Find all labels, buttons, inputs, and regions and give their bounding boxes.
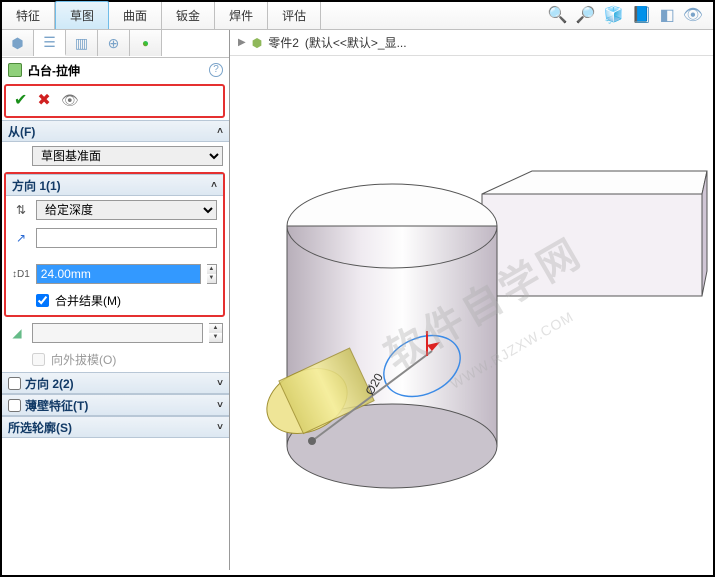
blank-icon — [8, 147, 26, 165]
merge-label: 合并结果(M) — [55, 292, 121, 309]
chevron-up-icon: ˄ — [211, 180, 217, 191]
direction-arrow-icon[interactable]: ↗ — [12, 229, 30, 247]
feature-tree-tab-icon[interactable]: ⬢ — [2, 30, 34, 56]
chevron-down-icon: ˅ — [217, 400, 223, 411]
breadcrumb-part[interactable]: 零件2 — [268, 34, 299, 51]
section-dir1[interactable]: 方向 1(1) ˄ — [6, 174, 223, 196]
thin-checkbox[interactable] — [8, 399, 21, 412]
part-icon: ⬢ — [252, 36, 262, 50]
config-tab-icon[interactable]: ▥ — [66, 30, 98, 56]
extrude-icon — [8, 63, 22, 77]
help-icon[interactable]: ? — [209, 63, 223, 77]
section-contour[interactable]: 所选轮廓(S) ˅ — [2, 416, 229, 438]
draft-outward-label: 向外拔模(O) — [51, 351, 116, 368]
chevron-right-icon: ▶ — [238, 37, 246, 48]
dim-tab-icon[interactable]: ⊕ — [98, 30, 130, 56]
merge-checkbox[interactable] — [36, 294, 49, 307]
tab-sheetmetal[interactable]: 钣金 — [162, 2, 215, 29]
from-select[interactable]: 草图基准面 — [32, 146, 223, 166]
section-from[interactable]: 从(F) ˄ — [2, 120, 229, 142]
chevron-down-icon: ˅ — [217, 378, 223, 389]
highlight-dir1-box: 方向 1(1) ˄ ⇅ 给定深度 ↗ ↕D1 ▲▼ 合并结果(M) — [4, 172, 225, 317]
end-condition-select[interactable]: 给定深度 — [36, 200, 217, 220]
tab-feature[interactable]: 特征 — [2, 2, 55, 29]
breadcrumb-suffix: (默认<<默认>_显... — [305, 34, 407, 51]
section-dir2[interactable]: 方向 2(2) ˅ — [2, 372, 229, 394]
tab-surface[interactable]: 曲面 — [109, 2, 162, 29]
feature-title: 凸台-拉伸 — [28, 62, 80, 79]
panel-tabs: ⬢ ☰ ▥ ⊕ ● — [2, 30, 229, 58]
depth-icon: ↕D1 — [12, 265, 30, 283]
section-dir1-label: 方向 1(1) — [12, 177, 61, 194]
draft-spinner[interactable]: ▲▼ — [209, 323, 223, 343]
zoom-fit-icon[interactable]: 🔍 — [548, 5, 568, 29]
section-dir2-label: 方向 2(2) — [25, 375, 74, 392]
highlight-ok-box: ✔ ✖ 👁 — [4, 84, 225, 118]
draft-icon[interactable]: ◢ — [8, 324, 26, 342]
view-orientation-icon[interactable]: 🧊 — [604, 5, 624, 29]
chevron-up-icon: ˄ — [217, 126, 223, 137]
tab-evaluate[interactable]: 评估 — [268, 2, 321, 29]
chevron-down-icon: ˅ — [217, 422, 223, 433]
feature-title-row: 凸台-拉伸 ? — [2, 58, 229, 82]
draft-input[interactable] — [32, 323, 203, 343]
section-view-icon[interactable]: ◧ — [660, 5, 675, 29]
property-manager-tab-icon[interactable]: ☰ — [34, 30, 66, 56]
section-thin[interactable]: 薄壁特征(T) ˅ — [2, 394, 229, 416]
property-manager: ⬢ ☰ ▥ ⊕ ● 凸台-拉伸 ? ✔ ✖ 👁 从(F) ˄ 草图基准面 方向 … — [2, 30, 230, 570]
dir2-checkbox[interactable] — [8, 377, 21, 390]
display-style-icon[interactable]: 📘 — [632, 5, 652, 29]
viewport-3d[interactable]: Ø20 — [232, 56, 712, 576]
tab-sketch[interactable]: 草图 — [55, 1, 109, 29]
hide-show-icon[interactable]: 👁 — [683, 5, 703, 29]
ok-button[interactable]: ✔ — [14, 90, 27, 110]
direction-selection-input[interactable] — [36, 228, 217, 248]
section-thin-label: 薄壁特征(T) — [25, 397, 88, 414]
view-toolbar: 🔍 🔎 🧊 📘 ◧ 👁 — [548, 2, 713, 29]
reverse-direction-icon[interactable]: ⇅ — [12, 201, 30, 219]
depth-spinner[interactable]: ▲▼ — [207, 264, 217, 284]
zoom-area-icon[interactable]: 🔎 — [576, 5, 596, 29]
cancel-button[interactable]: ✖ — [37, 90, 50, 110]
depth-input[interactable] — [36, 264, 201, 284]
tab-weldment[interactable]: 焊件 — [215, 2, 268, 29]
section-from-label: 从(F) — [8, 123, 35, 140]
section-contour-label: 所选轮廓(S) — [8, 419, 72, 436]
preview-button[interactable]: 👁 — [61, 92, 79, 109]
ribbon-tabs: 特征 草图 曲面 钣金 焊件 评估 🔍 🔎 🧊 📘 ◧ 👁 — [2, 2, 713, 30]
draft-outward-checkbox[interactable] — [32, 353, 45, 366]
appearance-tab-icon[interactable]: ● — [130, 30, 162, 56]
